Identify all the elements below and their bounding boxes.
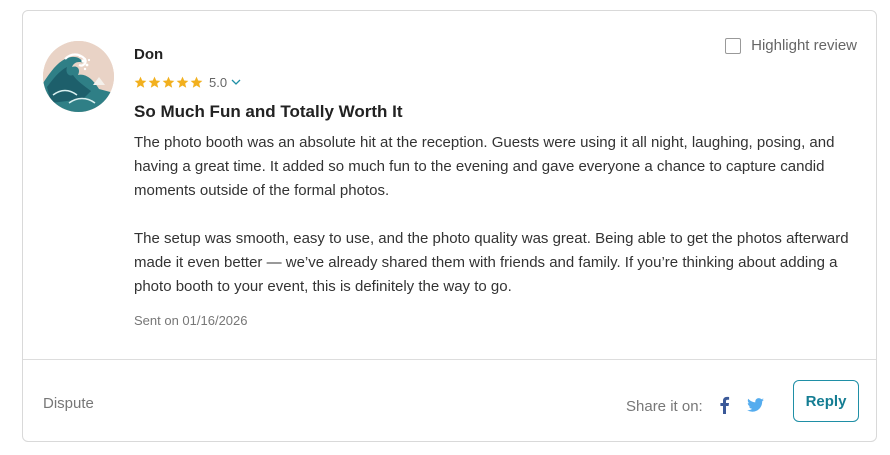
sent-date: Sent on 01/16/2026	[134, 313, 248, 328]
twitter-icon[interactable]	[747, 398, 764, 412]
star-icon	[134, 76, 147, 88]
rating-row: 5.0	[134, 74, 242, 90]
star-icon	[148, 76, 161, 88]
reply-button[interactable]: Reply	[793, 380, 859, 422]
highlight-review-label: Highlight review	[751, 37, 857, 54]
review-title: So Much Fun and Totally Worth It	[134, 102, 403, 121]
star-icon	[190, 76, 203, 88]
chevron-down-icon[interactable]	[230, 76, 242, 88]
share-label: Share it on:	[626, 398, 703, 415]
great-wave-avatar-icon	[43, 41, 114, 112]
highlight-review-checkbox[interactable]	[725, 37, 742, 54]
facebook-icon[interactable]	[718, 396, 730, 414]
review-card: Don 5.0 Highlight review So Much Fun and…	[22, 10, 877, 442]
highlight-review-toggle[interactable]: Highlight review	[725, 37, 857, 54]
star-icon	[176, 76, 189, 88]
star-icon	[162, 76, 175, 88]
divider	[23, 359, 876, 360]
rating-value: 5.0	[209, 74, 228, 90]
star-rating	[134, 76, 203, 89]
review-paragraph: The setup was smooth, easy to use, and t…	[134, 230, 849, 295]
review-body: The photo booth was an absolute hit at t…	[134, 131, 859, 299]
avatar	[43, 41, 114, 112]
dispute-link[interactable]: Dispute	[43, 395, 94, 412]
review-paragraph: The photo booth was an absolute hit at t…	[134, 134, 835, 199]
reviewer-name: Don	[134, 46, 164, 63]
